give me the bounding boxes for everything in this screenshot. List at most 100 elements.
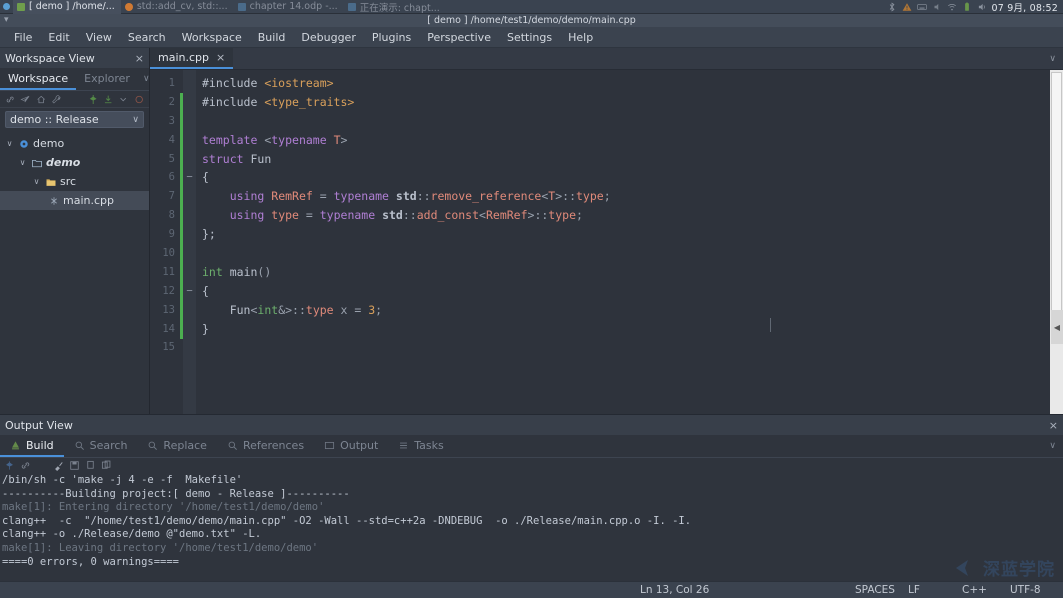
line-number: 11 bbox=[150, 263, 180, 282]
menu-search[interactable]: Search bbox=[120, 29, 174, 46]
save-icon[interactable] bbox=[69, 460, 80, 471]
keyboard-icon[interactable] bbox=[917, 2, 927, 12]
tab-label: Search bbox=[90, 439, 128, 452]
window-title: [ demo ] /home/test1/demo/demo/main.cpp bbox=[427, 15, 636, 26]
menu-plugins[interactable]: Plugins bbox=[364, 29, 419, 46]
tab-output[interactable]: Output bbox=[314, 435, 388, 457]
pin-icon[interactable] bbox=[88, 94, 98, 105]
menu-edit[interactable]: Edit bbox=[40, 29, 77, 46]
chevron-down-icon[interactable]: ∨ bbox=[4, 139, 15, 148]
scrollbar-thumb[interactable] bbox=[1051, 72, 1062, 317]
menu-help[interactable]: Help bbox=[560, 29, 601, 46]
language-mode[interactable]: C++ bbox=[962, 584, 987, 596]
code-line: { bbox=[202, 168, 1063, 187]
home-icon[interactable] bbox=[36, 94, 46, 105]
log-line: /bin/sh -c 'make -j 4 -e -f Makefile' bbox=[2, 474, 1063, 488]
chevron-down-icon[interactable]: ∨ bbox=[17, 158, 28, 167]
log-line: clang++ -c "/home/test1/demo/demo/main.c… bbox=[2, 515, 1063, 529]
workspace-tree: ∨ demo ∨ demo ∨ src main.cpp bbox=[0, 132, 149, 414]
log-line: make[1]: Entering directory '/home/test1… bbox=[2, 501, 1063, 515]
tree-item-folder-src[interactable]: ∨ src bbox=[0, 172, 149, 191]
close-icon[interactable]: × bbox=[1049, 419, 1058, 432]
taskbar-task-0[interactable]: [ demo ] /home/... bbox=[13, 0, 121, 14]
build-log[interactable]: /bin/sh -c 'make -j 4 -e -f Makefile'---… bbox=[0, 473, 1063, 581]
code-editor[interactable]: 123456789101112131415 −− #include <iostr… bbox=[150, 70, 1063, 414]
encoding[interactable]: UTF-8 bbox=[1010, 584, 1041, 596]
tab-search[interactable]: Search bbox=[64, 435, 138, 457]
menu-debugger[interactable]: Debugger bbox=[293, 29, 363, 46]
menu-build[interactable]: Build bbox=[250, 29, 294, 46]
line-number: 5 bbox=[150, 150, 180, 169]
close-icon[interactable]: × bbox=[135, 52, 144, 65]
menu-workspace[interactable]: Workspace bbox=[174, 29, 250, 46]
line-number: 6 bbox=[150, 168, 180, 187]
copy-all-icon[interactable] bbox=[101, 460, 112, 471]
fold-spacer bbox=[183, 187, 196, 206]
copy-icon[interactable] bbox=[85, 460, 96, 471]
workspace-tabbar: Workspace Explorer ∨ bbox=[0, 68, 149, 91]
tab-replace[interactable]: Replace bbox=[137, 435, 217, 457]
tree-item-project-demo[interactable]: ∨ demo bbox=[0, 153, 149, 172]
code-line: Fun<int&>::type x = 3; bbox=[202, 301, 1063, 320]
code-line: using RemRef = typename std::remove_refe… bbox=[202, 187, 1063, 206]
app-menu-icon[interactable] bbox=[0, 0, 13, 13]
pin-icon[interactable] bbox=[4, 460, 15, 471]
search-icon bbox=[74, 440, 85, 451]
taskbar-task-2[interactable]: chapter 14.odp -... bbox=[234, 0, 344, 14]
tab-references[interactable]: References bbox=[217, 435, 314, 457]
tree-item-workspace-demo[interactable]: ∨ demo bbox=[0, 134, 149, 153]
code-text[interactable]: #include <iostream>#include <type_traits… bbox=[196, 70, 1063, 414]
send-icon[interactable] bbox=[20, 94, 30, 105]
bluetooth-icon[interactable] bbox=[887, 2, 897, 12]
menu-view[interactable]: View bbox=[78, 29, 120, 46]
build-config-selector[interactable]: demo :: Release ∨ bbox=[5, 111, 144, 128]
code-line: struct Fun bbox=[202, 150, 1063, 169]
tab-label: References bbox=[243, 439, 304, 452]
tab-tasks[interactable]: Tasks bbox=[388, 435, 453, 457]
menu-perspective[interactable]: Perspective bbox=[419, 29, 499, 46]
clear-icon[interactable] bbox=[53, 460, 64, 471]
editor-tab-main-cpp[interactable]: main.cpp × bbox=[150, 48, 233, 69]
fold-marker[interactable]: − bbox=[183, 282, 196, 301]
menu-file[interactable]: File bbox=[6, 29, 40, 46]
close-icon[interactable]: × bbox=[216, 51, 225, 64]
chevron-down-icon[interactable]: ∨ bbox=[1042, 435, 1063, 457]
indent-mode[interactable]: SPACES bbox=[855, 584, 895, 596]
project-icon bbox=[31, 157, 43, 169]
fold-margin[interactable]: −− bbox=[183, 70, 196, 414]
link-icon[interactable] bbox=[20, 460, 31, 471]
taskbar-task-1[interactable]: std::add_cv, std::... bbox=[121, 0, 234, 14]
reload-icon[interactable] bbox=[134, 94, 144, 105]
clock[interactable]: 07 9月, 08:52 bbox=[992, 0, 1058, 14]
tab-explorer[interactable]: Explorer bbox=[76, 68, 138, 90]
taskbar-task-3[interactable]: 正在演示: chapt... bbox=[344, 0, 446, 14]
chevron-down-icon[interactable] bbox=[118, 94, 128, 105]
text-cursor bbox=[770, 318, 771, 332]
collapse-pane-button[interactable]: ◀ bbox=[1051, 310, 1063, 344]
code-line bbox=[202, 244, 1063, 263]
chevron-down-icon[interactable]: ∨ bbox=[1042, 48, 1063, 69]
fold-marker[interactable]: − bbox=[183, 168, 196, 187]
line-number: 14 bbox=[150, 320, 180, 339]
volume-icon[interactable] bbox=[932, 2, 942, 12]
battery-icon[interactable] bbox=[962, 2, 972, 12]
menu-settings[interactable]: Settings bbox=[499, 29, 560, 46]
tree-item-file-main-cpp[interactable]: main.cpp bbox=[0, 191, 149, 210]
fold-spacer bbox=[183, 320, 196, 339]
tab-build[interactable]: Build bbox=[0, 435, 64, 457]
warning-icon[interactable] bbox=[902, 2, 912, 12]
import-icon[interactable] bbox=[103, 94, 113, 105]
link-icon[interactable] bbox=[5, 94, 15, 105]
line-number: 15 bbox=[150, 338, 180, 357]
chevron-down-icon[interactable]: ∨ bbox=[31, 177, 42, 186]
wrench-icon[interactable] bbox=[51, 94, 61, 105]
tab-workspace[interactable]: Workspace bbox=[0, 68, 76, 90]
wifi-icon[interactable] bbox=[947, 2, 957, 12]
output-dock: Output View × Build Search Replace Refer… bbox=[0, 414, 1063, 581]
output-tabbar: Build Search Replace References Output T… bbox=[0, 435, 1063, 458]
window-menu-icon[interactable]: ▾ bbox=[4, 15, 9, 25]
code-line: }; bbox=[202, 225, 1063, 244]
eol-mode[interactable]: LF bbox=[908, 584, 920, 596]
editor-vertical-scrollbar[interactable] bbox=[1050, 70, 1063, 414]
speaker-icon[interactable] bbox=[977, 2, 987, 12]
